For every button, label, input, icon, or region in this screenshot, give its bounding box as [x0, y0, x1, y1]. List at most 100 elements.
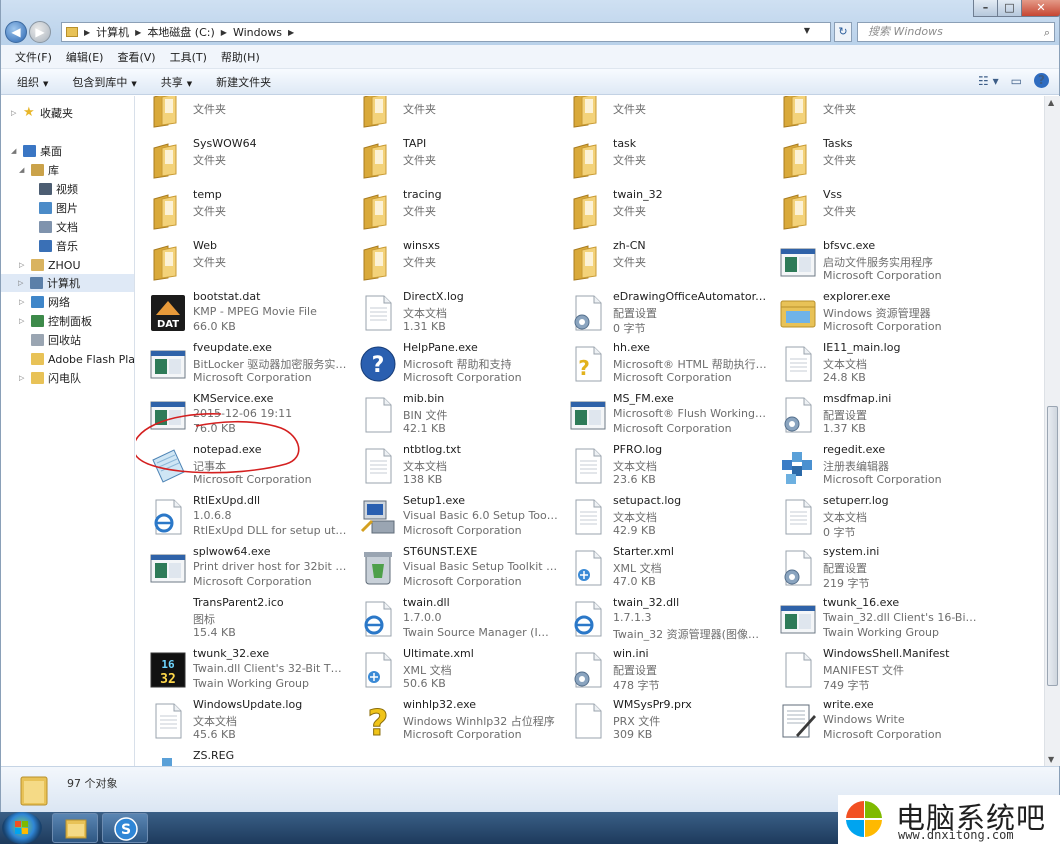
scroll-up-icon[interactable]: ▲	[1048, 98, 1054, 107]
file-item[interactable]: TransParent2.ico 图标 15.4 KB	[136, 593, 346, 643]
file-item[interactable]: SysWOW64 文件夹	[136, 134, 346, 184]
nav-item[interactable]: ▷ 网络	[19, 293, 70, 311]
refresh-button[interactable]: ↻	[834, 22, 852, 42]
file-item[interactable]: WindowsUpdate.log 文本文档 45.6 KB	[136, 695, 346, 745]
nav-item[interactable]: ◢ 库	[19, 161, 59, 179]
file-item[interactable]: ZS.REG注册表项21.0 KB	[136, 746, 346, 766]
file-item[interactable]: 文件夹	[766, 96, 976, 133]
file-item[interactable]: twunk_16.exe Twain_32.dll Client's 16-Bit…	[766, 593, 978, 643]
file-item[interactable]: temp 文件夹	[136, 185, 346, 235]
file-item[interactable]: regedit.exe 注册表编辑器 Microsoft Corporation	[766, 440, 976, 490]
file-item[interactable]: 16 32 twunk_32.exe Twain.dll Client's 32-Bi…	[136, 644, 348, 694]
file-item[interactable]: ? HelpPane.exe Microsoft 帮助和支持 Microsoft Co…	[346, 338, 556, 388]
maximize-button[interactable]: □	[997, 0, 1022, 17]
file-item[interactable]: twain_32.dll 1.7.1.3 Twain_32 资源管理器(图像采集..…	[556, 593, 768, 643]
file-item[interactable]: tracing 文件夹	[346, 185, 556, 235]
file-item[interactable]: Web 文件夹	[136, 236, 346, 286]
view-options-icon[interactable]: ☷ ▾	[978, 74, 999, 88]
file-item[interactable]: Ultimate.xml XML 文档 50.6 KB	[346, 644, 556, 694]
nav-item[interactable]: 音乐	[27, 237, 78, 255]
file-item[interactable]: DAT bootstat.dat KMP - MPEG Movie File 66.0…	[136, 287, 346, 337]
file-item[interactable]: write.exe Windows Write Microsoft Corporat…	[766, 695, 976, 745]
file-item[interactable]: ntbtlog.txt 文本文档 138 KB	[346, 440, 556, 490]
file-item[interactable]: Vss 文件夹	[766, 185, 976, 235]
file-item[interactable]: TAPI 文件夹	[346, 134, 556, 184]
file-item[interactable]: IE11_main.log 文本文档 24.8 KB	[766, 338, 976, 388]
close-button[interactable]: ✕	[1021, 0, 1060, 17]
file-item[interactable]: 文件夹	[346, 96, 556, 133]
file-item[interactable]: DirectX.log 文本文档 1.31 KB	[346, 287, 556, 337]
menu-view[interactable]: 查看(V)	[117, 49, 155, 65]
taskbar-sogou-button[interactable]: S	[102, 813, 148, 843]
menu-file[interactable]: 文件(F)	[15, 49, 52, 65]
file-item[interactable]: system.ini 配置设置 219 字节	[766, 542, 976, 592]
expand-arrow-icon[interactable]: ▷	[19, 317, 27, 325]
file-item[interactable]: Tasks 文件夹	[766, 134, 976, 184]
file-item[interactable]: splwow64.exe Print driver host for 32bit …	[136, 542, 348, 592]
file-item[interactable]: KMService.exe 2015-12-06 19:11 76.0 KB	[136, 389, 346, 439]
search-icon[interactable]: ⌕	[1044, 24, 1050, 42]
file-item[interactable]: task 文件夹	[556, 134, 766, 184]
nav-item[interactable]: ▷ ZHOU	[19, 256, 81, 274]
file-item[interactable]: ST6UNST.EXE Visual Basic Setup Toolkit Un…	[346, 542, 558, 592]
file-item[interactable]: WindowsShell.Manifest MANIFEST 文件 749 字节	[766, 644, 976, 694]
back-button[interactable]: ◀	[5, 21, 27, 43]
nav-item[interactable]: ▷ ★ 收藏夹	[11, 104, 73, 122]
nav-item[interactable]: 文档	[27, 218, 78, 236]
nav-item[interactable]: 回收站	[19, 331, 81, 349]
file-item[interactable]: RtlExUpd.dll 1.0.6.8 RtlExUpd DLL for setu…	[136, 491, 348, 541]
search-input[interactable]: 搜索 Windows ⌕	[857, 22, 1055, 42]
file-item[interactable]: 文件夹	[556, 96, 766, 133]
file-item[interactable]: notepad.exe 记事本 Microsoft Corporation	[136, 440, 346, 490]
include-in-library-button[interactable]: 包含到库中 ▼	[72, 74, 136, 90]
file-item[interactable]: 文件夹	[136, 96, 346, 133]
breadcrumb-computer[interactable]: 计算机	[96, 24, 129, 40]
menu-edit[interactable]: 编辑(E)	[66, 49, 104, 65]
expand-arrow-icon[interactable]: ▷	[19, 261, 27, 269]
file-item[interactable]: winsxs 文件夹	[346, 236, 556, 286]
expand-arrow-icon[interactable]: ◢	[11, 147, 19, 155]
organize-button[interactable]: 组织 ▼	[17, 74, 48, 90]
breadcrumb-local-disk[interactable]: 本地磁盘 (C:)	[147, 24, 214, 40]
file-item[interactable]: twain.dll 1.7.0.0 Twain Source Manager (Im…	[346, 593, 558, 643]
file-item[interactable]: WMSysPr9.prx PRX 文件 309 KB	[556, 695, 766, 745]
file-item[interactable]: Starter.xml XML 文档 47.0 KB	[556, 542, 766, 592]
nav-item[interactable]: ◢ 桌面	[11, 142, 62, 160]
expand-arrow-icon[interactable]: ▷	[19, 374, 27, 382]
nav-item[interactable]: Adobe Flash Playe	[19, 350, 134, 368]
start-button[interactable]	[2, 812, 42, 844]
file-item[interactable]: Setup1.exe Visual Basic 6.0 Setup Toolkit…	[346, 491, 558, 541]
file-item[interactable]: zh-CN 文件夹	[556, 236, 766, 286]
menu-help[interactable]: 帮助(H)	[221, 49, 260, 65]
file-item[interactable]: setupact.log 文本文档 42.9 KB	[556, 491, 766, 541]
share-button[interactable]: 共享 ▼	[161, 74, 192, 90]
chevron-down-icon[interactable]: ▼	[804, 26, 810, 35]
forward-button[interactable]: ▶	[29, 21, 51, 43]
file-item[interactable]: mib.bin BIN 文件 42.1 KB	[346, 389, 556, 439]
nav-item[interactable]: 图片	[27, 199, 78, 217]
nav-item[interactable]: ▷ 闪电队	[19, 369, 81, 387]
file-item[interactable]: MS_FM.exe Microsoft® Flush Working Set...…	[556, 389, 768, 439]
help-icon[interactable]: ?	[1034, 73, 1049, 88]
file-item[interactable]: msdfmap.ini 配置设置 1.37 KB	[766, 389, 976, 439]
file-item[interactable]: bfsvc.exe 启动文件服务实用程序 Microsoft Corporation	[766, 236, 976, 286]
vertical-scrollbar[interactable]: ▲ ▼	[1044, 96, 1060, 766]
minimize-button[interactable]: –	[973, 0, 998, 17]
address-bar[interactable]: ▶ 计算机 ▶ 本地磁盘 (C:) ▶ Windows ▶ ▼	[61, 22, 831, 42]
scroll-down-icon[interactable]: ▼	[1048, 755, 1054, 764]
file-item[interactable]: fveupdate.exe BitLocker 驱动器加密服务实用工...Micr…	[136, 338, 348, 388]
file-item[interactable]: eDrawingOfficeAutomator.INI 配置设置 0 字节	[556, 287, 768, 337]
file-item[interactable]: setuperr.log 文本文档 0 字节	[766, 491, 976, 541]
scrollbar-thumb[interactable]	[1047, 406, 1058, 686]
expand-arrow-icon[interactable]: ◢	[19, 166, 27, 174]
file-item[interactable]: twain_32 文件夹	[556, 185, 766, 235]
file-item[interactable]: PFRO.log 文本文档 23.6 KB	[556, 440, 766, 490]
nav-item[interactable]: 视频	[27, 180, 78, 198]
taskbar-explorer-button[interactable]	[52, 813, 98, 843]
expand-arrow-icon[interactable]: ▷	[11, 109, 19, 117]
file-item[interactable]: ? winhlp32.exe Windows Winhlp32 占位程序 Micros…	[346, 695, 556, 745]
file-item[interactable]: ? hh.exe Microsoft® HTML 帮助执行程序 Microsoft C…	[556, 338, 768, 388]
menu-tools[interactable]: 工具(T)	[170, 49, 207, 65]
nav-item[interactable]: ▷ 计算机	[1, 274, 134, 292]
expand-arrow-icon[interactable]: ▷	[18, 279, 26, 287]
